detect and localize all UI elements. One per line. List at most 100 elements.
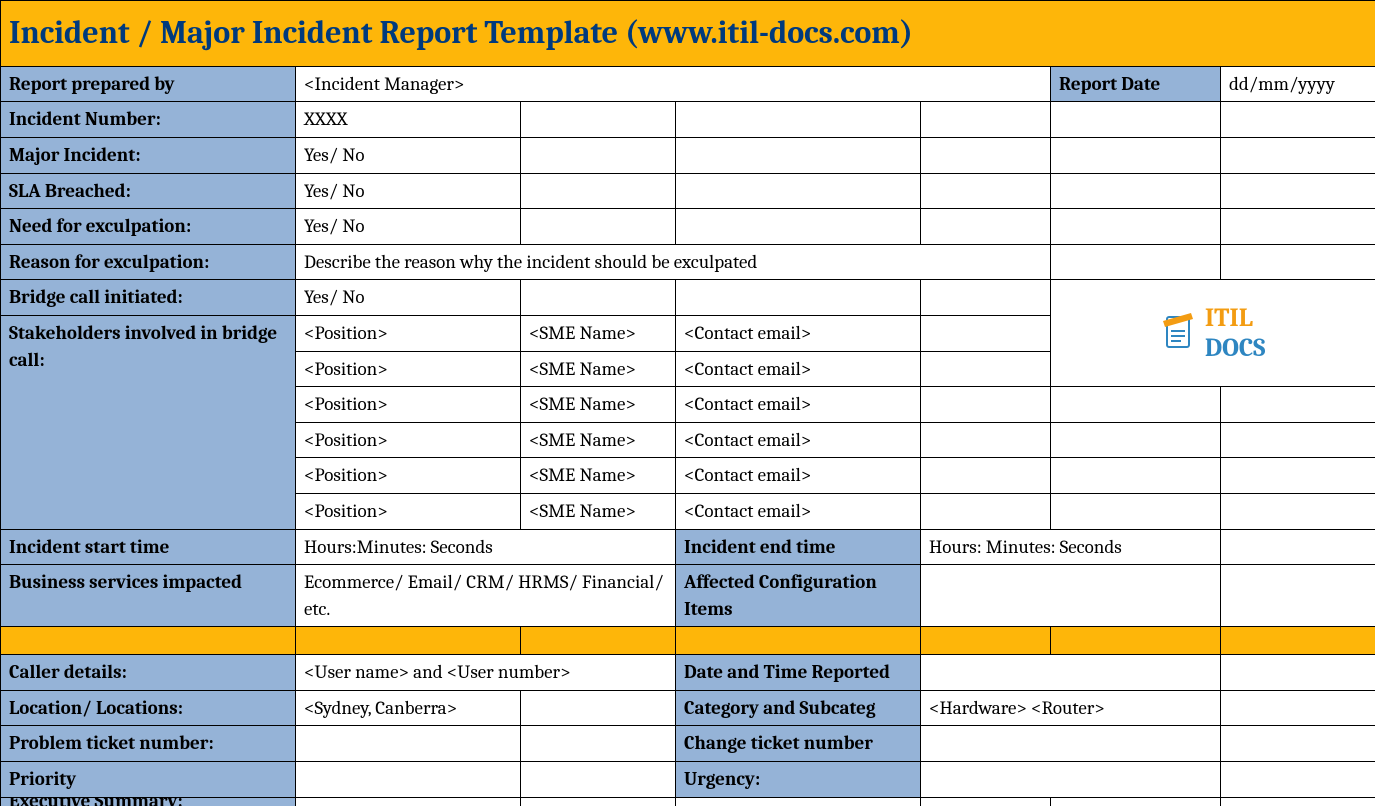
empty-cell[interactable] [921,351,1051,387]
stakeholder-sme[interactable]: <SME Name> [521,315,676,351]
empty-cell[interactable] [1221,173,1375,209]
label-exec-summary: Executive Summary: [1,797,296,806]
stakeholder-position[interactable]: <Position> [296,458,521,494]
value-category-subcat[interactable]: <Hardware> <Router> [921,690,1221,726]
value-report-date[interactable]: dd/mm/yyyy [1221,66,1375,102]
empty-cell[interactable] [521,690,676,726]
incident-report-table: Incident / Major Incident Report Templat… [0,0,1375,806]
value-major-incident[interactable]: Yes/ No [296,137,521,173]
value-need-exculpation[interactable]: Yes/ No [296,209,521,245]
value-bridge-call[interactable]: Yes/ No [296,280,521,316]
empty-cell[interactable] [1221,422,1375,458]
value-priority[interactable] [296,762,521,798]
empty-cell[interactable] [921,137,1051,173]
empty-cell[interactable] [1221,726,1375,762]
empty-cell[interactable] [1221,762,1375,798]
row-location: Location/ Locations: <Sydney, Canberra> … [1,690,1375,726]
row-exec-summary: Executive Summary: [1,797,1375,806]
empty-cell[interactable] [1221,387,1375,423]
empty-cell[interactable] [1051,244,1221,280]
label-reason-exculpation: Reason for exculpation: [1,244,296,280]
empty-cell[interactable] [921,102,1051,138]
stakeholder-email[interactable]: <Contact email> [676,387,921,423]
empty-cell[interactable] [921,315,1051,351]
value-location[interactable]: <Sydney, Canberra> [296,690,521,726]
stakeholder-email[interactable]: <Contact email> [676,422,921,458]
stakeholder-email[interactable]: <Contact email> [676,458,921,494]
label-stakeholders: Stakeholders involved in bridge call: [1,315,296,529]
empty-cell[interactable] [1051,137,1221,173]
stakeholder-sme[interactable]: <SME Name> [521,351,676,387]
stakeholder-email[interactable]: <Contact email> [676,351,921,387]
value-incident-end[interactable]: Hours: Minutes: Seconds [921,529,1221,565]
empty-cell[interactable] [1051,102,1221,138]
empty-cell[interactable] [1221,458,1375,494]
value-business-services[interactable]: Ecommerce/ Email/ CRM/ HRMS/ Financial/ … [296,565,676,627]
label-problem-ticket: Problem ticket number: [1,726,296,762]
empty-cell[interactable] [1221,529,1375,565]
value-report-prepared-by[interactable]: <Incident Manager> [296,66,1051,102]
stakeholder-sme[interactable]: <SME Name> [521,422,676,458]
label-incident-number: Incident Number: [1,102,296,138]
stakeholder-position[interactable]: <Position> [296,351,521,387]
label-affected-ci: Affected Configuration Items [676,565,921,627]
empty-cell[interactable] [521,173,676,209]
value-caller-details[interactable]: <User name> and <User number> [296,655,676,691]
stakeholder-sme[interactable]: <SME Name> [521,387,676,423]
empty-cell[interactable] [1221,690,1375,726]
empty-cell[interactable] [921,280,1051,316]
empty-cell[interactable] [1221,655,1375,691]
empty-cell[interactable] [921,493,1051,529]
empty-cell[interactable] [1221,209,1375,245]
empty-cell[interactable] [676,137,921,173]
value-urgency[interactable] [921,762,1221,798]
value-date-time-reported[interactable] [921,655,1221,691]
value-reason-exculpation[interactable]: Describe the reason why the incident sho… [296,244,1051,280]
empty-cell[interactable] [1221,244,1375,280]
label-caller-details: Caller details: [1,655,296,691]
empty-cell[interactable] [521,726,676,762]
empty-cell[interactable] [921,387,1051,423]
empty-cell[interactable] [521,280,676,316]
empty-cell[interactable] [921,422,1051,458]
empty-cell[interactable] [521,762,676,798]
value-problem-ticket[interactable] [296,726,521,762]
empty-cell[interactable] [921,173,1051,209]
empty-cell[interactable] [1051,387,1221,423]
value-incident-start[interactable]: Hours:Minutes: Seconds [296,529,676,565]
stakeholder-email[interactable]: <Contact email> [676,315,921,351]
value-incident-number[interactable]: XXXX [296,102,521,138]
label-major-incident: Major Incident: [1,137,296,173]
stakeholder-position[interactable]: <Position> [296,422,521,458]
empty-cell[interactable] [521,102,676,138]
empty-cell[interactable] [1051,173,1221,209]
value-change-ticket[interactable] [921,726,1221,762]
label-bridge-call: Bridge call initiated: [1,280,296,316]
itil-docs-logo: ITIL DOCS [1161,300,1266,367]
stakeholder-sme[interactable]: <SME Name> [521,458,676,494]
empty-cell[interactable] [921,458,1051,494]
empty-cell[interactable] [676,102,921,138]
empty-cell[interactable] [521,209,676,245]
value-sla-breached[interactable]: Yes/ No [296,173,521,209]
stakeholder-sme[interactable]: <SME Name> [521,493,676,529]
empty-cell[interactable] [1051,458,1221,494]
empty-cell[interactable] [1051,493,1221,529]
empty-cell[interactable] [1051,209,1221,245]
empty-cell[interactable] [521,137,676,173]
empty-cell[interactable] [676,173,921,209]
stakeholder-email[interactable]: <Contact email> [676,493,921,529]
empty-cell[interactable] [1221,493,1375,529]
stakeholder-position[interactable]: <Position> [296,315,521,351]
stakeholder-position[interactable]: <Position> [296,493,521,529]
empty-cell[interactable] [921,209,1051,245]
empty-cell[interactable] [1221,137,1375,173]
empty-cell[interactable] [676,280,921,316]
row-report-prepared: Report prepared by <Incident Manager> Re… [1,66,1375,102]
stakeholder-position[interactable]: <Position> [296,387,521,423]
empty-cell[interactable] [1051,422,1221,458]
empty-cell[interactable] [1221,102,1375,138]
empty-cell[interactable] [676,209,921,245]
value-affected-ci[interactable] [921,565,1221,627]
empty-cell[interactable] [1221,565,1375,627]
